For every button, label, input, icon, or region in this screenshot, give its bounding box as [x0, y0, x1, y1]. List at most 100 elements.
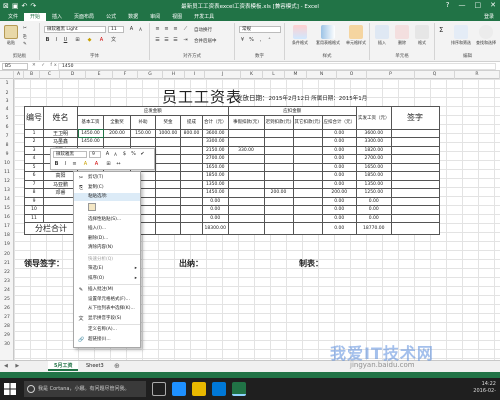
align-middle-icon[interactable]: ≡ — [163, 26, 170, 33]
cell-late[interactable] — [263, 196, 294, 206]
cell-net[interactable]: 0.00 — [356, 196, 392, 206]
mini-shrink-font-icon[interactable]: A — [112, 151, 119, 158]
cell-late[interactable] — [263, 162, 294, 172]
cell-sign[interactable] — [390, 162, 440, 172]
tab-page-layout[interactable]: 页面布局 — [68, 13, 100, 21]
subtotal-cell[interactable] — [227, 222, 265, 235]
subtotal-cell[interactable] — [155, 222, 181, 235]
sheet-tab-may-salary[interactable]: 5月工资 — [48, 361, 79, 371]
context-menu-item[interactable]: 排序(O) ▸ — [74, 275, 140, 283]
cell-allow[interactable] — [130, 137, 156, 147]
cell-other[interactable] — [292, 205, 323, 215]
close-button[interactable]: ✕ — [490, 1, 496, 9]
cell-dtotal[interactable]: 0.00 — [321, 179, 358, 189]
cell-comm[interactable] — [180, 162, 203, 172]
cell-dtotal[interactable]: 0.00 — [321, 213, 358, 223]
row-header[interactable]: 19 — [0, 240, 14, 250]
row-header[interactable]: 7 — [0, 132, 14, 141]
context-menu-item[interactable]: 删除(D)... — [74, 235, 140, 243]
mini-font-color-icon[interactable]: A — [93, 161, 100, 168]
cell-base[interactable]: 1450.00 — [77, 137, 104, 147]
subtotal-cell[interactable] — [292, 222, 323, 235]
cell-no[interactable]: 8 — [24, 188, 44, 198]
row-header[interactable]: 17 — [0, 222, 14, 231]
tab-view[interactable]: 视图 — [166, 13, 188, 21]
header-name[interactable]: 姓名 — [43, 106, 78, 130]
mini-borders-icon[interactable]: ⊞ — [105, 161, 112, 168]
cell-bonus[interactable] — [155, 196, 181, 206]
cell-sign[interactable] — [390, 213, 440, 223]
borders-icon[interactable]: ⊞ — [74, 37, 81, 44]
cell-late[interactable] — [263, 205, 294, 215]
column-header[interactable]: Q — [415, 71, 455, 79]
cell-net[interactable]: 3600.00 — [356, 128, 392, 138]
row-header[interactable]: 20 — [0, 250, 14, 259]
cell-comm[interactable] — [180, 137, 203, 147]
underline-button[interactable]: U — [62, 37, 69, 44]
phonetic-icon[interactable]: 文 — [110, 37, 117, 44]
cell-other[interactable] — [292, 145, 323, 155]
row-header[interactable]: 26 — [0, 304, 14, 313]
context-menu-item[interactable]: 粘贴选项: — [74, 193, 140, 201]
cell-sign[interactable] — [390, 179, 440, 189]
cell-total[interactable]: 0.00 — [202, 196, 229, 206]
cell-comm[interactable] — [180, 154, 203, 164]
cell-no[interactable]: 10 — [24, 205, 44, 215]
row-header[interactable]: 4 — [0, 106, 14, 114]
align-top-icon[interactable]: ≡ — [154, 26, 161, 33]
column-header[interactable]: F — [113, 71, 138, 79]
cell-total[interactable]: 3600.00 — [202, 128, 229, 138]
cortana-search-box[interactable]: 我是 Cortana，小娜。有问题尽管问我。 — [24, 381, 146, 397]
merge-center-button[interactable]: 合并后居中 — [194, 38, 217, 44]
cell-no[interactable]: 1 — [24, 128, 44, 138]
context-menu-item[interactable]: 设置单元格格式(F)... — [74, 296, 140, 304]
cell-dtotal[interactable]: 0.00 — [321, 154, 358, 164]
cell-total[interactable]: 2700.00 — [202, 154, 229, 164]
cell-leave[interactable] — [227, 128, 265, 138]
context-menu-item[interactable]: ✎ 插入批注(M) — [74, 286, 140, 294]
maximize-button[interactable]: □ — [475, 1, 482, 9]
cell-styles-button[interactable]: 单元格样式 — [343, 25, 369, 46]
row-header[interactable]: 1 — [0, 79, 14, 89]
store-icon[interactable] — [212, 382, 226, 396]
font-color-icon[interactable]: A — [98, 37, 105, 44]
cell-dtotal[interactable]: 0.00 — [321, 128, 358, 138]
header-actual-pay[interactable]: 实发工资（元） — [356, 106, 392, 130]
cell-bonus[interactable]: 1000.00 — [155, 128, 181, 138]
context-menu-item[interactable]: 筛选(E) ▸ — [74, 265, 140, 273]
mini-merge-icon[interactable]: ↔ — [115, 161, 122, 168]
column-header[interactable]: D — [60, 71, 86, 79]
font-size-box[interactable]: 11 — [108, 26, 124, 33]
row-header[interactable]: 10 — [0, 159, 14, 168]
name-box[interactable]: B5 — [2, 63, 28, 70]
cell-bonus[interactable] — [155, 171, 181, 181]
subheader-deduct[interactable]: 应扣合计（元） — [321, 114, 358, 130]
cell-dtotal[interactable]: 0.00 — [321, 205, 358, 215]
subheader-payable[interactable]: 基本工资 — [77, 114, 104, 130]
font-name-box[interactable]: 微软雅黑 Light — [44, 26, 106, 33]
row-header[interactable]: 8 — [0, 141, 14, 150]
cell-bonus[interactable] — [155, 188, 181, 198]
cell-sign[interactable] — [390, 205, 440, 215]
cell-allow[interactable]: 150.00 — [130, 128, 156, 138]
column-header[interactable]: M — [285, 71, 307, 79]
cell-sign[interactable] — [390, 196, 440, 206]
indent-icon[interactable]: ⇥ — [182, 37, 189, 44]
cell-bonus[interactable] — [155, 154, 181, 164]
sort-filter-button[interactable]: 排序和筛选 — [449, 25, 473, 46]
cell-bonus[interactable] — [155, 145, 181, 155]
mini-italic-button[interactable]: I — [62, 161, 69, 168]
cell-comm[interactable]: 800.00 — [180, 128, 203, 138]
cell-no[interactable]: 5 — [24, 162, 44, 172]
cell-leave[interactable] — [227, 196, 265, 206]
cut-icon[interactable]: ✂ — [23, 26, 27, 31]
subheader-payable[interactable]: 合计（元） — [202, 114, 229, 130]
paste-clipboard-icon[interactable] — [88, 202, 96, 211]
tab-file[interactable]: 文件 — [2, 13, 24, 21]
bold-button[interactable]: B — [44, 37, 51, 44]
subtotal-deduct[interactable]: 0.00 — [321, 222, 358, 235]
cell-late[interactable] — [263, 145, 294, 155]
cell-late[interactable] — [263, 213, 294, 223]
cell-no[interactable]: 4 — [24, 154, 44, 164]
cell-total[interactable]: 1450.00 — [202, 188, 229, 198]
